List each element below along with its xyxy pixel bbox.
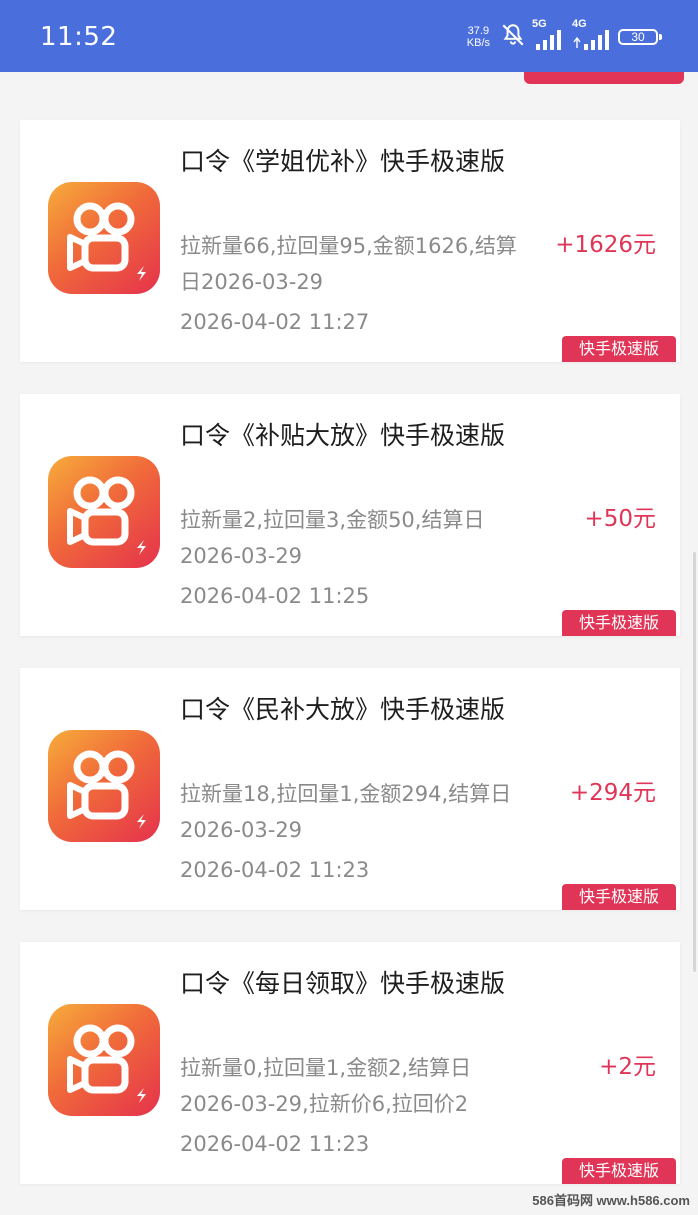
record-detail: 拉新量2,拉回量3,金额50,结算日2026-03-29 [180, 508, 485, 568]
status-bar: 11:52 37.9 KB/s 5G 4G 30 [0, 0, 698, 72]
record-tag: 快手极速版 [562, 884, 676, 910]
signal-bars-icon [532, 28, 566, 54]
network-speed: 37.9 KB/s [467, 25, 490, 49]
status-time: 11:52 [40, 22, 118, 52]
record-tag: 快手极速版 [562, 1158, 676, 1184]
record-time: 2026-04-02 11:27 [180, 310, 370, 334]
record-detail: 拉新量66,拉回量95,金额1626,结算日2026-03-29 [180, 234, 517, 294]
record-amount: +50元 [584, 506, 656, 532]
record-detail: 拉新量18,拉回量1,金额294,结算日2026-03-29 [180, 782, 512, 842]
signal-5g-label: 5G [532, 18, 547, 30]
record-time: 2026-04-02 11:23 [180, 858, 370, 882]
scrollbar[interactable] [693, 552, 696, 972]
kuaishou-app-icon [48, 1004, 160, 1116]
record-title: 口令《民补大放》快手极速版 [180, 695, 506, 724]
kuaishou-app-icon [48, 182, 160, 294]
record-title: 口令《补贴大放》快手极速版 [180, 421, 506, 450]
record-tag: 快手极速版 [562, 610, 676, 636]
signal-4g-label: 4G [572, 18, 587, 30]
record-amount: +1626元 [555, 232, 656, 258]
signal-5g: 5G [532, 18, 566, 54]
record-list[interactable]: 口令《学姐优补》快手极速版 拉新量66,拉回量95,金额1626,结算日2026… [0, 72, 698, 1215]
record-card[interactable]: 口令《民补大放》快手极速版 拉新量18,拉回量1,金额294,结算日2026-0… [20, 668, 680, 910]
network-speed-unit: KB/s [466, 37, 490, 49]
record-amount: +2元 [599, 1054, 656, 1080]
signal-bars-icon [572, 28, 612, 54]
previous-card-tag [524, 72, 684, 84]
kuaishou-app-icon [48, 730, 160, 842]
record-title: 口令《学姐优补》快手极速版 [180, 147, 506, 176]
watermark: 586首码网 www.h586.com [532, 1193, 690, 1208]
record-detail: 拉新量0,拉回量1,金额2,结算日2026-03-29,拉新价6,拉回价2 [180, 1056, 472, 1116]
record-time: 2026-04-02 11:23 [180, 1132, 370, 1156]
record-card[interactable]: 口令《每日领取》快手极速版 拉新量0,拉回量1,金额2,结算日2026-03-2… [20, 942, 680, 1184]
record-card[interactable]: 口令《补贴大放》快手极速版 拉新量2,拉回量3,金额50,结算日2026-03-… [20, 394, 680, 636]
network-speed-value: 37.9 [467, 25, 490, 37]
record-time: 2026-04-02 11:25 [180, 584, 370, 608]
record-tag: 快手极速版 [562, 336, 676, 362]
kuaishou-app-icon [48, 456, 160, 568]
battery-level: 30 [631, 30, 645, 44]
status-icons: 37.9 KB/s 5G 4G 30 [467, 18, 662, 54]
bell-off-icon [500, 22, 526, 52]
record-amount: +294元 [569, 780, 656, 806]
signal-4g: 4G [572, 18, 612, 54]
record-card[interactable]: 口令《学姐优补》快手极速版 拉新量66,拉回量95,金额1626,结算日2026… [20, 120, 680, 362]
record-title: 口令《每日领取》快手极速版 [180, 969, 506, 998]
battery-icon: 30 [618, 29, 662, 45]
